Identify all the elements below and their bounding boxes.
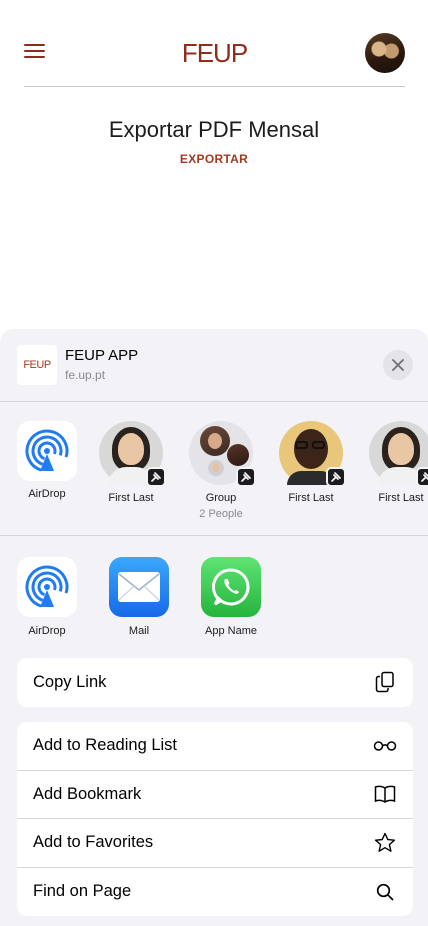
- app-thumbnail-text: FEUP: [23, 359, 51, 371]
- person-airdrop[interactable]: AirDrop: [2, 421, 92, 500]
- share-sheet: FEUP FEUP APP fe.up.pt AirDrop First Las…: [0, 329, 428, 926]
- person-contact-3[interactable]: First Last: [356, 421, 428, 504]
- search-icon: [373, 880, 397, 904]
- whatsapp-icon: [201, 557, 261, 617]
- app-name: App Name: [205, 625, 257, 637]
- airdrop-icon: [17, 421, 77, 481]
- group-avatar: [189, 421, 256, 487]
- close-icon: [392, 359, 404, 371]
- person-contact-1[interactable]: First Last: [86, 421, 176, 504]
- mail-icon: [109, 557, 169, 617]
- app-airdrop[interactable]: AirDrop: [2, 557, 92, 637]
- action-label: Find on Page: [33, 882, 132, 901]
- person-name: First Last: [108, 492, 154, 504]
- app-header: FEUP: [24, 0, 405, 87]
- add-bookmark-action[interactable]: Add Bookmark: [17, 771, 413, 819]
- copy-icon: [373, 670, 397, 694]
- person-name: Group: [205, 492, 237, 504]
- message-app-badge-icon: [146, 467, 166, 487]
- contact-avatar: [279, 421, 346, 487]
- add-favorites-action[interactable]: Add to Favorites: [17, 819, 413, 868]
- action-label: Add to Favorites: [33, 833, 154, 852]
- share-sheet-header: FEUP FEUP APP fe.up.pt: [0, 329, 428, 402]
- app-thumbnail: FEUP: [17, 345, 57, 385]
- airdrop-icon: [17, 557, 77, 617]
- person-name: First Last: [288, 492, 334, 504]
- person-name: AirDrop: [28, 488, 66, 500]
- app-logo: FEUP: [181, 38, 248, 68]
- page-title: Exportar PDF Mensal: [108, 117, 320, 142]
- message-app-badge-icon: [416, 467, 428, 487]
- action-label: Copy Link: [33, 672, 107, 691]
- copy-link-action[interactable]: Copy Link: [17, 658, 413, 707]
- person-subtitle: 2 People: [199, 508, 243, 520]
- app-name: Mail: [128, 625, 150, 637]
- app-url: fe.up.pt: [65, 368, 106, 382]
- message-app-badge-icon: [326, 467, 346, 487]
- app-mail[interactable]: Mail: [94, 557, 184, 637]
- people-row: AirDrop First Last Group 2 People First …: [0, 402, 428, 536]
- book-icon: [373, 782, 397, 806]
- action-group-primary: Copy Link: [17, 658, 413, 707]
- user-avatar[interactable]: [365, 33, 405, 73]
- glasses-icon: [373, 734, 397, 758]
- action-label: Add to Reading List: [33, 736, 178, 755]
- message-app-badge-icon: [236, 467, 256, 487]
- app-title: FEUP APP: [65, 347, 139, 364]
- action-group-secondary: Add to Reading List Add Bookmark Add to …: [17, 722, 413, 916]
- contact-avatar: [369, 421, 428, 487]
- star-icon: [373, 831, 397, 855]
- contact-avatar: [99, 421, 166, 487]
- app-name: AirDrop: [28, 625, 66, 637]
- close-button[interactable]: [383, 350, 413, 380]
- app-whatsapp[interactable]: App Name: [186, 557, 276, 637]
- action-label: Add Bookmark: [33, 784, 142, 803]
- export-button[interactable]: EXPORTAR: [0, 152, 428, 166]
- find-on-page-action[interactable]: Find on Page: [17, 868, 413, 917]
- person-name: First Last: [378, 492, 424, 504]
- apps-row: AirDrop Mail App Name: [0, 537, 428, 649]
- hamburger-menu-icon[interactable]: [24, 43, 45, 59]
- person-contact-2[interactable]: First Last: [266, 421, 356, 504]
- add-reading-list-action[interactable]: Add to Reading List: [17, 722, 413, 771]
- person-group[interactable]: Group 2 People: [176, 421, 266, 520]
